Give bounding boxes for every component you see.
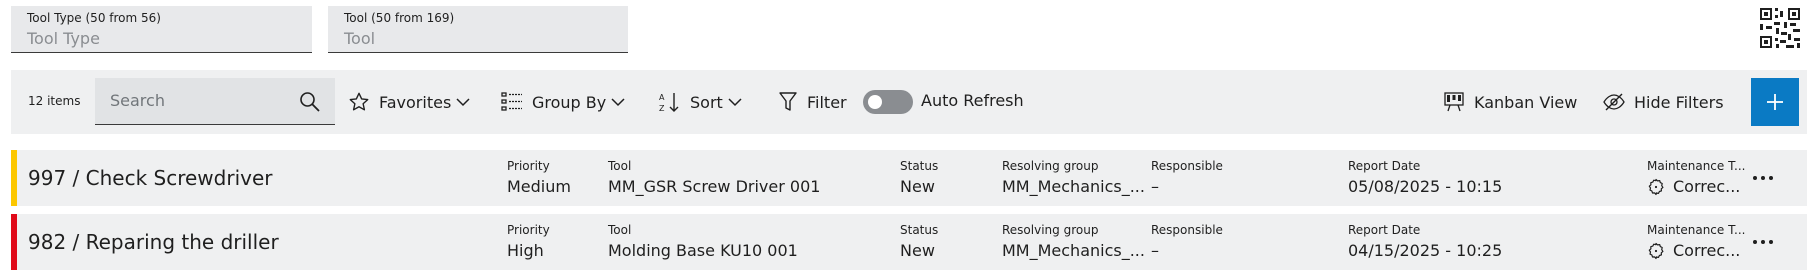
add-button[interactable]: [1751, 78, 1799, 126]
responsible-field: Responsible –: [1151, 222, 1223, 262]
maintenance-type-text: Correc...: [1673, 241, 1741, 260]
responsible-value: –: [1151, 177, 1159, 196]
maintenance-type-label: Maintenance T...: [1647, 159, 1746, 173]
maintenance-type-field: Maintenance T... Correc...: [1647, 158, 1747, 198]
tool-filter-label: Tool (50 from 169): [344, 11, 455, 25]
priority-field: Priority Medium: [507, 158, 571, 198]
search-placeholder: Search: [110, 91, 165, 110]
chevron-down-icon: [456, 98, 470, 107]
tool-filter-placeholder: Tool: [344, 29, 376, 48]
filter-label: Filter: [807, 92, 847, 112]
list-toolbar: 12 items Search Favorites Group By A Z S…: [11, 70, 1807, 134]
status-label: Status: [900, 159, 939, 173]
resolving-group-label: Resolving group: [1002, 159, 1099, 173]
qr-code-icon[interactable]: [1760, 8, 1800, 48]
item-count: 12 items: [28, 94, 81, 108]
kanban-icon: [1444, 92, 1464, 112]
kanban-view-label: Kanban View: [1474, 92, 1578, 112]
list-item[interactable]: 997 / Check Screwdriver Priority Medium T…: [11, 150, 1807, 206]
priority-value: High: [507, 241, 544, 260]
auto-refresh-toggle[interactable]: [863, 90, 913, 114]
plus-icon: [1767, 94, 1783, 110]
report-date-value: 05/08/2025 - 10:15: [1348, 177, 1503, 196]
maintenance-type-label: Maintenance T...: [1647, 223, 1746, 237]
favorites-label: Favorites: [379, 92, 452, 112]
more-options-icon[interactable]: [1751, 230, 1775, 254]
more-options-icon[interactable]: [1751, 166, 1775, 190]
resolving-group-value: MM_Mechanics_...: [1002, 177, 1144, 196]
maintenance-type-text: Correc...: [1673, 177, 1741, 196]
search-input[interactable]: Search: [95, 78, 335, 125]
resolving-group-field: Resolving group MM_Mechanics_...: [1002, 158, 1144, 198]
maintenance-type-value: Correc...: [1647, 176, 1747, 198]
report-date-value: 04/15/2025 - 10:25: [1348, 241, 1503, 260]
chevron-down-icon: [728, 98, 742, 107]
report-date-label: Report Date: [1348, 159, 1421, 173]
status-value: New: [900, 241, 935, 260]
priority-stripe: [11, 150, 17, 206]
status-value: New: [900, 177, 935, 196]
priority-value: Medium: [507, 177, 571, 196]
report-date-field: Report Date 05/08/2025 - 10:15: [1348, 158, 1502, 198]
tool-field: Tool MM_GSR Screw Driver 001: [608, 158, 820, 198]
responsible-label: Responsible: [1151, 223, 1223, 237]
report-date-label: Report Date: [1348, 223, 1421, 237]
priority-field: Priority High: [507, 222, 550, 262]
tool-label: Tool: [608, 159, 632, 173]
status-field: Status New: [900, 222, 938, 262]
tool-value: MM_GSR Screw Driver 001: [608, 177, 821, 196]
favorites-button[interactable]: Favorites: [348, 70, 471, 134]
resolving-group-field: Resolving group MM_Mechanics_...: [1002, 222, 1144, 262]
item-title[interactable]: 997 / Check Screwdriver: [28, 166, 272, 190]
tool-type-filter[interactable]: Tool Type (50 from 56) Tool Type: [11, 6, 312, 53]
tool-type-filter-label: Tool Type (50 from 56): [27, 11, 161, 25]
group-by-button[interactable]: Group By: [501, 70, 626, 134]
priority-stripe: [11, 214, 17, 270]
responsible-label: Responsible: [1151, 159, 1223, 173]
maintenance-type-value: Correc...: [1647, 240, 1747, 262]
item-title[interactable]: 982 / Reparing the driller: [28, 230, 279, 254]
hide-filters-button[interactable]: Hide Filters: [1603, 70, 1724, 134]
tool-value: Molding Base KU10 001: [608, 241, 798, 260]
priority-label: Priority: [507, 223, 550, 237]
sort-label: Sort: [690, 92, 723, 112]
chevron-down-icon: [611, 98, 625, 107]
tool-type-filter-placeholder: Tool Type: [27, 29, 100, 48]
sort-icon: A Z: [659, 93, 679, 113]
filter-icon: [779, 92, 797, 111]
priority-label: Priority: [507, 159, 550, 173]
sort-button[interactable]: A Z Sort: [659, 70, 743, 134]
group-by-icon: [501, 92, 522, 111]
status-label: Status: [900, 223, 939, 237]
hide-filters-label: Hide Filters: [1634, 92, 1724, 112]
tool-filter[interactable]: Tool (50 from 169) Tool: [328, 6, 628, 53]
svg-text:Z: Z: [659, 104, 665, 113]
resolving-group-label: Resolving group: [1002, 223, 1099, 237]
resolving-group-value: MM_Mechanics_...: [1002, 241, 1144, 260]
svg-text:A: A: [659, 93, 665, 102]
maintenance-type-field: Maintenance T... Correc...: [1647, 222, 1747, 262]
star-icon: [349, 92, 369, 111]
search-icon[interactable]: [299, 91, 321, 113]
gear-icon: [1648, 178, 1664, 196]
kanban-view-button[interactable]: Kanban View: [1443, 70, 1577, 134]
filter-button[interactable]: Filter: [778, 70, 847, 134]
status-field: Status New: [900, 158, 938, 198]
tool-label: Tool: [608, 223, 632, 237]
tool-field: Tool Molding Base KU10 001: [608, 222, 798, 262]
report-date-field: Report Date 04/15/2025 - 10:25: [1348, 222, 1502, 262]
group-by-label: Group By: [532, 92, 607, 112]
gear-icon: [1648, 242, 1664, 260]
list-item[interactable]: 982 / Reparing the driller Priority High …: [11, 214, 1807, 270]
auto-refresh-label: Auto Refresh: [921, 91, 1024, 110]
eye-slash-icon: [1603, 93, 1625, 111]
responsible-field: Responsible –: [1151, 158, 1223, 198]
responsible-value: –: [1151, 241, 1159, 260]
